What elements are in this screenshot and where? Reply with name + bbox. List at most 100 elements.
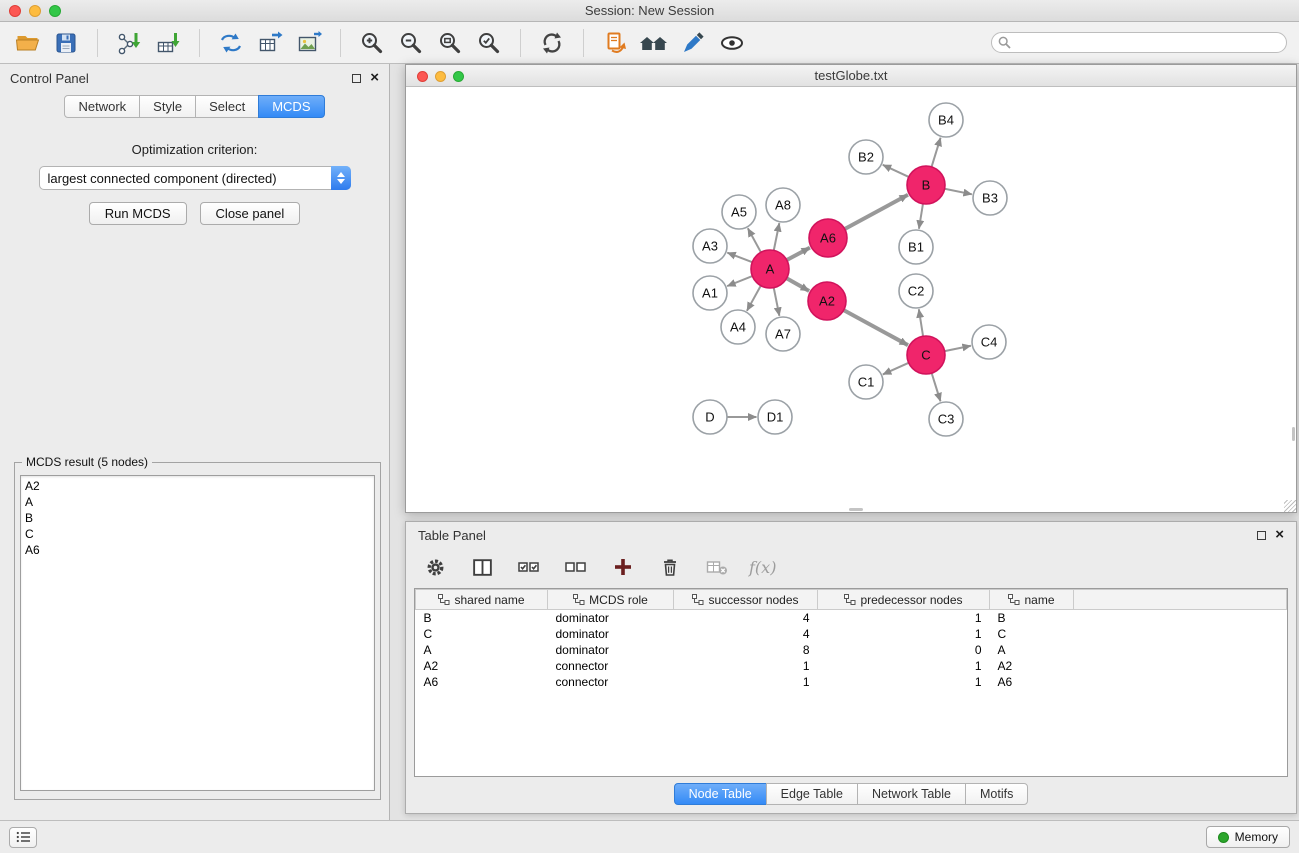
table-cell[interactable]: A <box>416 642 548 658</box>
network-window-titlebar[interactable]: testGlobe.txt <box>406 65 1296 87</box>
import-table-icon[interactable] <box>153 28 183 58</box>
vertical-scrollbar[interactable] <box>1292 427 1295 441</box>
duplicate-network-icon[interactable] <box>600 28 630 58</box>
mcds-result-item[interactable]: A6 <box>21 542 374 558</box>
mcds-result-list[interactable]: A2ABCA6 <box>20 475 375 791</box>
mcds-result-item[interactable]: B <box>21 510 374 526</box>
eye-icon[interactable] <box>717 28 747 58</box>
select-all-icon[interactable] <box>514 552 544 582</box>
close-panel-button[interactable]: Close panel <box>200 202 301 225</box>
column-header-shared-name[interactable]: shared name <box>416 590 548 610</box>
table-cell[interactable]: connector <box>548 658 674 674</box>
graph-edge[interactable] <box>945 346 971 351</box>
deselect-all-icon[interactable] <box>561 552 591 582</box>
table-cell[interactable]: 4 <box>674 610 818 626</box>
column-header-mcds-role[interactable]: MCDS role <box>548 590 674 610</box>
style-brush-icon[interactable] <box>678 28 708 58</box>
memory-button[interactable]: Memory <box>1206 826 1290 848</box>
table-cell[interactable]: 1 <box>818 658 990 674</box>
table-row[interactable]: A2connector11A2 <box>416 658 1287 674</box>
table-row[interactable]: Bdominator41B <box>416 610 1287 626</box>
delete-row-trash-icon[interactable] <box>655 552 685 582</box>
table-cell[interactable]: connector <box>548 674 674 690</box>
mcds-result-item[interactable]: A2 <box>21 478 374 494</box>
graph-edge[interactable] <box>945 189 972 195</box>
resize-grip[interactable] <box>1284 500 1296 512</box>
network-graph[interactable]: AA1A2A3A4A5A6A7A8BB1B2B3B4CC1C2C3C4DD1 <box>406 87 1296 512</box>
graph-edge[interactable] <box>883 363 909 375</box>
table-cell[interactable]: A2 <box>416 658 548 674</box>
close-window-icon[interactable] <box>9 5 21 17</box>
zoom-window-icon[interactable] <box>49 5 61 17</box>
tab-motifs[interactable]: Motifs <box>965 783 1028 805</box>
new-network-icon[interactable] <box>216 28 246 58</box>
table-cell[interactable]: dominator <box>548 610 674 626</box>
table-cell[interactable]: 1 <box>674 658 818 674</box>
home-view-icon[interactable] <box>639 28 669 58</box>
table-settings-gear-icon[interactable] <box>420 552 450 582</box>
criterion-select[interactable]: largest connected component (directed) <box>39 166 351 190</box>
save-session-icon[interactable] <box>51 28 81 58</box>
table-cell[interactable]: B <box>990 610 1074 626</box>
show-columns-icon[interactable] <box>467 552 497 582</box>
table-row[interactable]: A6connector11A6 <box>416 674 1287 690</box>
table-cell[interactable]: A6 <box>416 674 548 690</box>
graph-edge[interactable] <box>727 253 752 263</box>
tab-node-table[interactable]: Node Table <box>674 783 767 805</box>
graph-edge[interactable] <box>787 278 810 291</box>
column-header-name[interactable]: name <box>990 590 1074 610</box>
graph-edge[interactable] <box>747 286 761 311</box>
table-cell[interactable]: C <box>990 626 1074 642</box>
mcds-result-item[interactable]: A <box>21 494 374 510</box>
graph-edge[interactable] <box>748 228 761 252</box>
horizontal-scrollbar[interactable] <box>849 508 863 511</box>
zoom-selected-icon[interactable] <box>474 28 504 58</box>
table-cell[interactable]: A2 <box>990 658 1074 674</box>
table-cell[interactable]: A <box>990 642 1074 658</box>
table-cell[interactable]: A6 <box>990 674 1074 690</box>
graph-edge[interactable] <box>919 309 923 336</box>
table-cell[interactable]: 0 <box>818 642 990 658</box>
function-builder-icon[interactable]: f(x) <box>749 558 776 577</box>
table-cell[interactable]: C <box>416 626 548 642</box>
float-panel-icon[interactable] <box>352 74 361 83</box>
graph-edge[interactable] <box>774 223 780 250</box>
minimize-window-icon[interactable] <box>29 5 41 17</box>
zoom-in-icon[interactable] <box>357 28 387 58</box>
table-cell[interactable]: 1 <box>818 674 990 690</box>
network-canvas[interactable]: AA1A2A3A4A5A6A7A8BB1B2B3B4CC1C2C3C4DD1 <box>406 87 1296 512</box>
tab-edge-table[interactable]: Edge Table <box>766 783 858 805</box>
graph-edge[interactable] <box>727 276 752 286</box>
network-close-icon[interactable] <box>417 71 428 82</box>
graph-edge[interactable] <box>932 373 941 401</box>
tab-network[interactable]: Network <box>64 95 140 118</box>
table-row[interactable]: Cdominator41C <box>416 626 1287 642</box>
import-network-icon[interactable] <box>114 28 144 58</box>
graph-edge[interactable] <box>932 138 941 167</box>
tab-mcds[interactable]: MCDS <box>258 95 324 118</box>
table-cell[interactable]: 1 <box>674 674 818 690</box>
zoom-fit-icon[interactable] <box>435 28 465 58</box>
graph-edge[interactable] <box>919 204 923 229</box>
network-minimize-icon[interactable] <box>435 71 446 82</box>
network-zoom-icon[interactable] <box>453 71 464 82</box>
table-row[interactable]: Adominator80A <box>416 642 1287 658</box>
graph-edge[interactable] <box>787 248 810 260</box>
table-cell[interactable]: dominator <box>548 626 674 642</box>
close-table-panel-icon[interactable]: × <box>1275 530 1284 540</box>
table-cell[interactable]: 4 <box>674 626 818 642</box>
table-cell[interactable]: 1 <box>818 626 990 642</box>
table-cell[interactable]: 1 <box>818 610 990 626</box>
table-cell[interactable]: dominator <box>548 642 674 658</box>
table-cell[interactable]: B <box>416 610 548 626</box>
column-header-predecessor-nodes[interactable]: predecessor nodes <box>818 590 990 610</box>
float-table-panel-icon[interactable] <box>1257 531 1266 540</box>
graph-edge[interactable] <box>844 310 908 345</box>
close-panel-icon[interactable]: × <box>370 73 379 83</box>
graph-edge[interactable] <box>774 288 780 316</box>
tab-style[interactable]: Style <box>139 95 196 118</box>
open-session-icon[interactable] <box>12 28 42 58</box>
show-panels-list-button[interactable] <box>9 827 37 848</box>
tab-select[interactable]: Select <box>195 95 259 118</box>
graph-edge[interactable] <box>883 165 909 177</box>
